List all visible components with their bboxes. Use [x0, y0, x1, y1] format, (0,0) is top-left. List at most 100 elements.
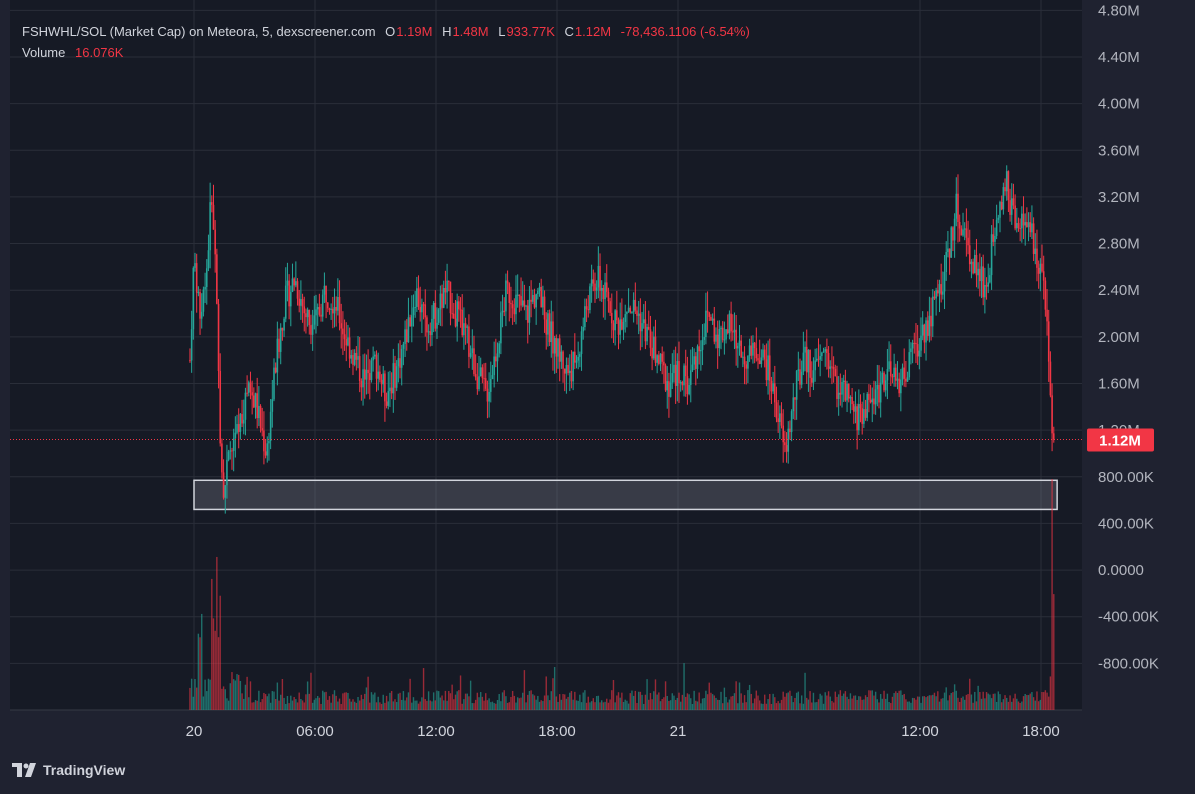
candle-body: [725, 329, 727, 340]
candle-body: [616, 310, 618, 321]
candle-body: [994, 235, 996, 242]
volume-bar: [372, 694, 374, 710]
candle-body: [926, 320, 929, 336]
volume-bar: [1026, 695, 1028, 710]
volume-bar: [811, 702, 813, 710]
volume-bar: [784, 696, 786, 710]
candle-body: [789, 428, 791, 433]
candle-body: [453, 313, 455, 319]
candle-body: [365, 369, 368, 380]
volume-bar: [700, 703, 702, 710]
candle-body: [819, 356, 821, 360]
volume-bar: [469, 680, 472, 710]
volume-bar: [416, 700, 418, 710]
candle-body: [345, 339, 348, 346]
tradingview-logo[interactable]: TradingView: [12, 762, 125, 778]
candle-body: [614, 310, 616, 331]
candle-body: [266, 443, 269, 456]
volume-bar: [658, 692, 660, 710]
volume-bar: [602, 702, 605, 710]
volume-bar: [332, 694, 334, 710]
candle-body: [716, 334, 719, 349]
candle-body: [421, 304, 423, 313]
candle-body: [779, 413, 781, 422]
volume-bar: [910, 702, 912, 710]
volume-bar: [854, 695, 857, 710]
candle-body: [256, 393, 258, 419]
chart-area[interactable]: 4.80M 4.40M 4.00M 3.60M 3.20M 2.80M 2.40M 2.00M…: [0, 0, 1195, 794]
volume-bar: [290, 695, 292, 710]
candle-body: [957, 193, 959, 223]
volume-bar: [764, 694, 766, 710]
volume-bar: [757, 695, 759, 710]
candle-body: [422, 304, 425, 306]
volume-bar: [473, 703, 475, 710]
candle-body: [577, 356, 579, 361]
volume-bar: [493, 703, 495, 710]
candle-body: [748, 345, 751, 357]
volume-bar: [829, 696, 831, 710]
volume-bar: [708, 682, 710, 710]
volume-bar: [742, 702, 744, 710]
candle-body: [518, 294, 521, 297]
volume-bar: [513, 695, 516, 710]
candle-body: [404, 329, 406, 344]
volume-bar: [542, 701, 544, 710]
candle-body: [449, 281, 452, 314]
volume-bar: [685, 696, 687, 710]
volume-bar: [693, 690, 695, 710]
volume-bar: [799, 703, 801, 710]
candle-body: [426, 317, 428, 333]
candle-body: [721, 327, 724, 340]
candle-body: [852, 404, 855, 412]
candle-body: [321, 294, 324, 317]
x-tick-label: 06:00: [296, 723, 334, 740]
volume-bar: [367, 676, 369, 710]
candle-body: [1046, 309, 1048, 322]
volume-bar: [528, 691, 531, 710]
candle-body: [807, 350, 810, 373]
y-tick-label: 3.20M: [1098, 189, 1140, 206]
candle-body: [1024, 222, 1027, 226]
volume-bar: [732, 695, 734, 710]
candle-body: [594, 283, 596, 291]
candle-body: [703, 337, 706, 340]
candle-body: [474, 374, 477, 378]
candle-body: [528, 299, 531, 323]
candle-body: [979, 268, 981, 282]
volume-bar: [898, 690, 900, 710]
candle-body: [668, 381, 670, 397]
volume-bar: [204, 679, 206, 710]
volume-bar: [537, 695, 539, 710]
volume-bar: [429, 700, 431, 710]
volume-bar: [669, 700, 672, 710]
candle-body: [574, 351, 576, 363]
volume-bar: [1011, 701, 1013, 710]
volume-bar: [679, 701, 682, 710]
volume-bar: [664, 681, 667, 710]
volume-bar: [394, 699, 396, 710]
candlestick-chart[interactable]: 4.80M 4.40M 4.00M 3.60M 3.20M 2.80M 2.40M 2.00M…: [0, 0, 1195, 794]
candle-body: [550, 321, 553, 343]
candle-body: [1041, 263, 1043, 272]
volume-bar: [251, 702, 253, 710]
volume-bar: [421, 697, 423, 710]
candle-body: [958, 222, 961, 229]
candle-body: [246, 392, 248, 394]
volume-bar: [520, 697, 522, 710]
volume-bar: [819, 693, 821, 710]
candle-body: [484, 378, 487, 389]
volume-bar: [362, 699, 364, 710]
volume-bar: [404, 700, 406, 710]
candle-body: [1039, 263, 1042, 274]
candle-body: [236, 424, 238, 433]
volume-bar: [832, 702, 835, 710]
volume-bar: [496, 700, 499, 710]
volume-bar: [510, 697, 512, 710]
volume-bar: [622, 701, 625, 710]
y-tick-label: 2.80M: [1098, 236, 1140, 253]
volume-bar: [580, 702, 583, 710]
volume-bar: [690, 698, 692, 710]
volume-bar: [486, 700, 489, 710]
volume-bar: [1021, 701, 1023, 710]
